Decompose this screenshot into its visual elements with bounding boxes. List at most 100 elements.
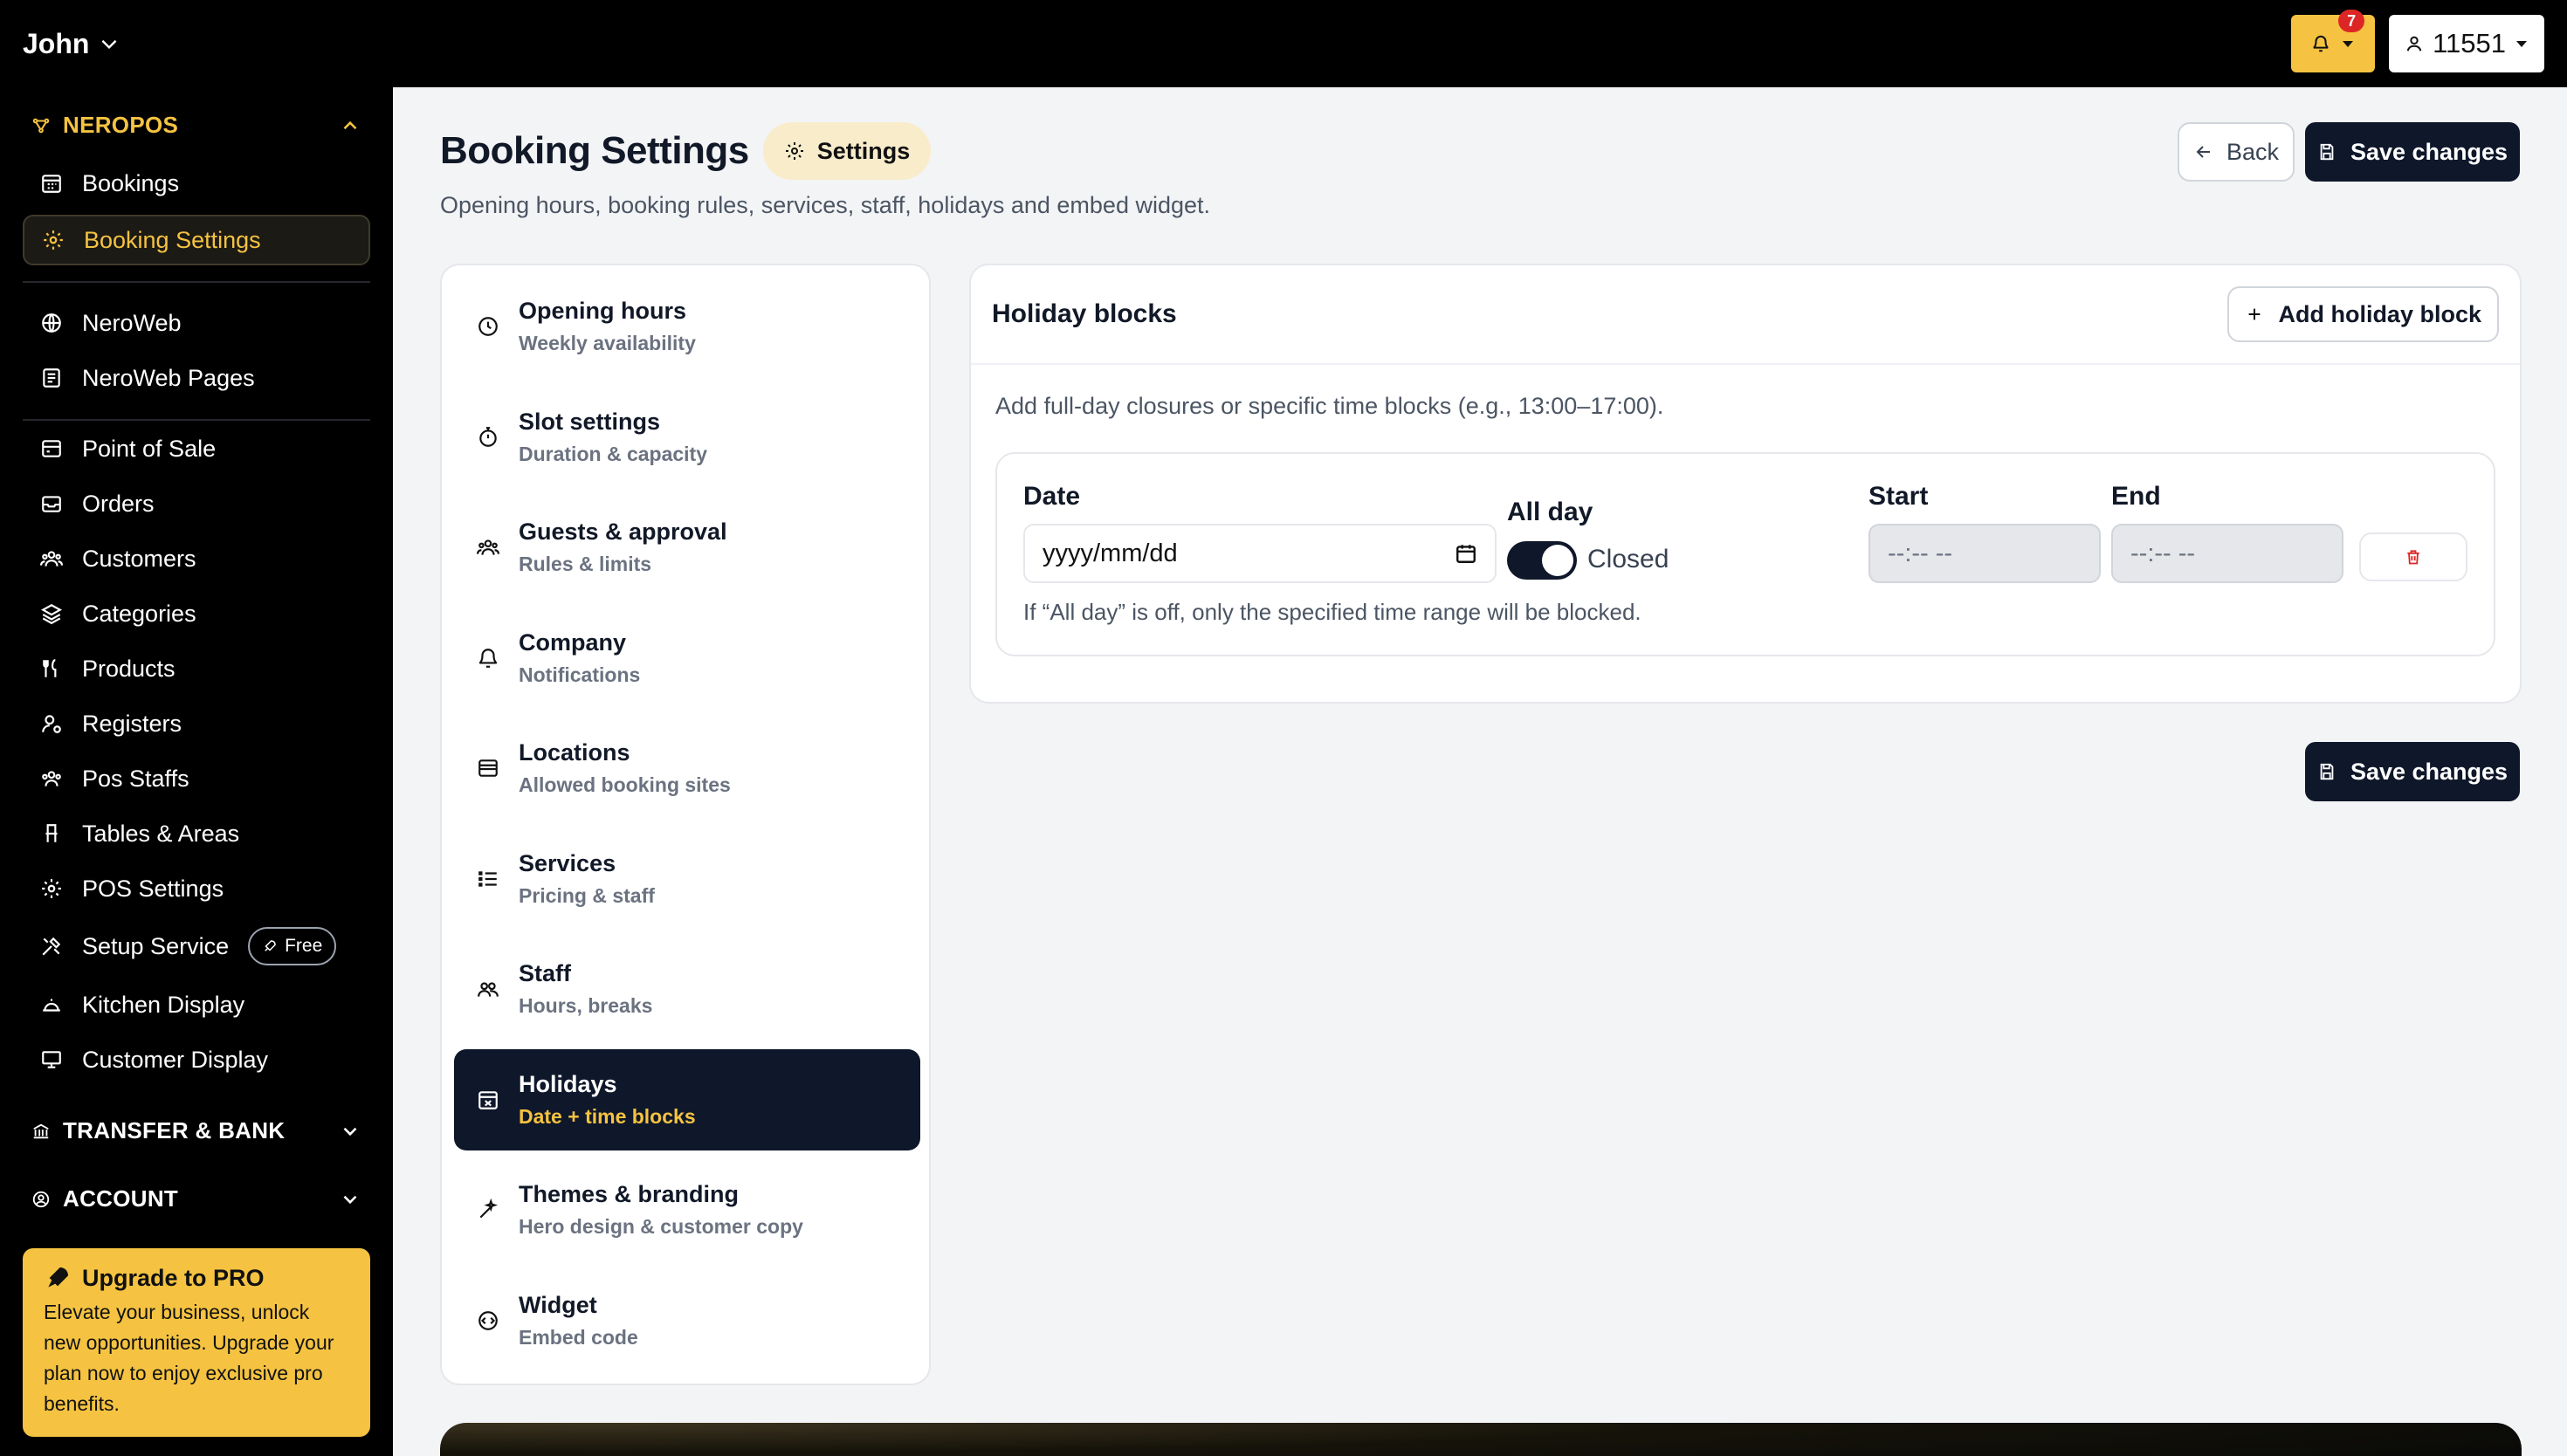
sidebar-item-pos-staffs[interactable]: Pos Staffs [40, 754, 189, 803]
all-day-toggle[interactable] [1507, 541, 1577, 580]
section-transfer-bank[interactable]: TRANSFER & BANK [31, 1117, 361, 1144]
sidebar-item-label: Orders [82, 490, 155, 517]
sidebar-item-label: Point of Sale [82, 435, 217, 462]
tab-subtitle: Date + time blocks [519, 1105, 696, 1128]
card-title: Holiday blocks [992, 299, 1177, 328]
gear-icon [42, 879, 61, 898]
bank-icon [33, 1123, 49, 1138]
tab-title: Locations [519, 739, 630, 766]
sidebar-item-label: POS Settings [82, 875, 224, 902]
start-time-input[interactable]: --:-- -- [1868, 524, 2101, 583]
gear-icon [44, 230, 63, 250]
sidebar-item-customers[interactable]: Customers [40, 534, 196, 583]
date-placeholder: yyyy/mm/dd [1043, 539, 1178, 567]
user-menu[interactable]: John [23, 28, 120, 60]
end-label: End [2111, 482, 2161, 511]
sidebar-item-label: Products [82, 655, 175, 682]
settings-tab-opening-hours[interactable]: Opening hours Weekly availability [454, 276, 920, 377]
settings-tab-holidays[interactable]: Holidays Date + time blocks [454, 1049, 920, 1150]
bell-icon [2313, 35, 2329, 52]
tab-subtitle: Hours, breaks [519, 994, 653, 1017]
sidebar-item-label: Kitchen Display [82, 991, 245, 1018]
delete-block-button[interactable] [2359, 532, 2467, 581]
monitor-icon [42, 1051, 61, 1068]
account-button[interactable]: 11551 [2389, 15, 2544, 72]
sidebar-item-label: Categories [82, 600, 196, 627]
magic-wand-icon [479, 1198, 499, 1219]
toggle-knob [1542, 545, 1573, 576]
settings-tab-themes-branding[interactable]: Themes & branding Hero design & customer … [454, 1159, 920, 1260]
sidebar-item-point-of-sale[interactable]: Point of Sale [40, 424, 216, 473]
sidebar-divider [23, 281, 370, 283]
calendar-x-icon [478, 1091, 498, 1109]
calendar-icon [42, 175, 61, 193]
sidebar-item-pos-settings[interactable]: POS Settings [40, 864, 224, 913]
chair-icon [45, 824, 58, 842]
tab-title: Company [519, 629, 627, 656]
page-header: Booking Settings Settings [440, 122, 932, 180]
inbox-icon [42, 496, 61, 512]
arrow-left-icon [2196, 146, 2210, 158]
tab-title: Guests & approval [519, 519, 727, 545]
end-time-input[interactable]: --:-- -- [2111, 524, 2343, 583]
rocket-icon [265, 940, 276, 951]
save-changes-button-top[interactable]: Save changes [2305, 122, 2520, 182]
start-time-placeholder: --:-- -- [1888, 539, 1953, 567]
tab-title: Holidays [519, 1071, 617, 1097]
user-icon [2406, 36, 2422, 52]
calendar-icon[interactable] [1455, 542, 1477, 565]
sidebar-item-bookings[interactable]: Bookings [40, 159, 179, 208]
save-changes-button-bottom[interactable]: Save changes [2305, 742, 2520, 801]
save-changes-label: Save changes [2350, 758, 2509, 785]
back-button-label: Back [2226, 138, 2280, 165]
section-neropos-title: NEROPOS [63, 112, 179, 138]
section-account[interactable]: ACCOUNT [31, 1185, 361, 1212]
sidebar-item-categories[interactable]: Categories [40, 589, 196, 638]
notifications-button[interactable]: 7 [2291, 10, 2376, 72]
save-changes-label: Save changes [2350, 138, 2509, 165]
all-day-label: All day [1507, 498, 1593, 526]
settings-tab-staff[interactable]: Staff Hours, breaks [454, 938, 920, 1040]
sidebar-item-tables-areas[interactable]: Tables & Areas [40, 809, 239, 858]
section-transfer-title: TRANSFER & BANK [63, 1117, 286, 1144]
section-account-title: ACCOUNT [63, 1185, 179, 1212]
sidebar-item-orders[interactable]: Orders [40, 479, 155, 528]
sidebar: NEROPOS Bookings Booking Settings NeroWe… [0, 87, 393, 1456]
trash-icon [2407, 550, 2419, 565]
card-header: Holiday blocks Add holiday block [971, 265, 2520, 365]
back-button[interactable]: Back [2178, 122, 2295, 182]
sidebar-item-booking-settings[interactable]: Booking Settings [23, 215, 370, 265]
clock-icon [478, 317, 498, 336]
holiday-block-row: Date yyyy/mm/dd All day Closed Start --:… [995, 452, 2495, 656]
settings-tab-services[interactable]: Services Pricing & staff [454, 828, 920, 930]
section-neropos[interactable]: NEROPOS [31, 112, 361, 139]
tab-title: Slot settings [519, 409, 661, 435]
tab-subtitle: Notifications [519, 663, 641, 686]
all-day-hint: If “All day” is off, only the specified … [1023, 599, 1641, 625]
sidebar-item-neroweb[interactable]: NeroWeb [40, 299, 182, 347]
settings-tab-company[interactable]: Company Notifications [454, 608, 920, 709]
tab-title: Staff [519, 960, 571, 986]
sidebar-item-label: NeroWeb [82, 309, 182, 336]
upgrade-title: Upgrade to PRO [82, 1264, 265, 1291]
settings-tab-slot-settings[interactable]: Slot settings Duration & capacity [454, 387, 920, 488]
upgrade-card[interactable]: Upgrade to PRO Elevate your business, un… [23, 1248, 370, 1437]
settings-tab-locations[interactable]: Locations Allowed booking sites [454, 718, 920, 819]
chevron-down-icon [102, 39, 117, 50]
cloche-icon [43, 999, 60, 1012]
sidebar-item-kitchen-display[interactable]: Kitchen Display [40, 980, 244, 1029]
settings-tab-widget[interactable]: Widget Embed code [454, 1270, 920, 1371]
sidebar-item-setup-service[interactable]: Setup Service Free [40, 922, 337, 971]
code-circle-icon [478, 1311, 498, 1330]
sidebar-item-products[interactable]: Products [40, 644, 175, 693]
settings-tab-guests-approval[interactable]: Guests & approval Rules & limits [454, 497, 920, 598]
sidebar-item-customer-display[interactable]: Customer Display [40, 1035, 268, 1084]
footer-banner [440, 1423, 2522, 1456]
tab-subtitle: Allowed booking sites [519, 773, 731, 796]
sidebar-divider [23, 419, 370, 421]
sidebar-item-neroweb-pages[interactable]: NeroWeb Pages [40, 354, 255, 402]
sidebar-item-registers[interactable]: Registers [40, 699, 182, 748]
date-input[interactable]: yyyy/mm/dd [1023, 524, 1497, 583]
rocket-icon [48, 1267, 68, 1288]
add-holiday-block-button[interactable]: Add holiday block [2227, 286, 2499, 342]
